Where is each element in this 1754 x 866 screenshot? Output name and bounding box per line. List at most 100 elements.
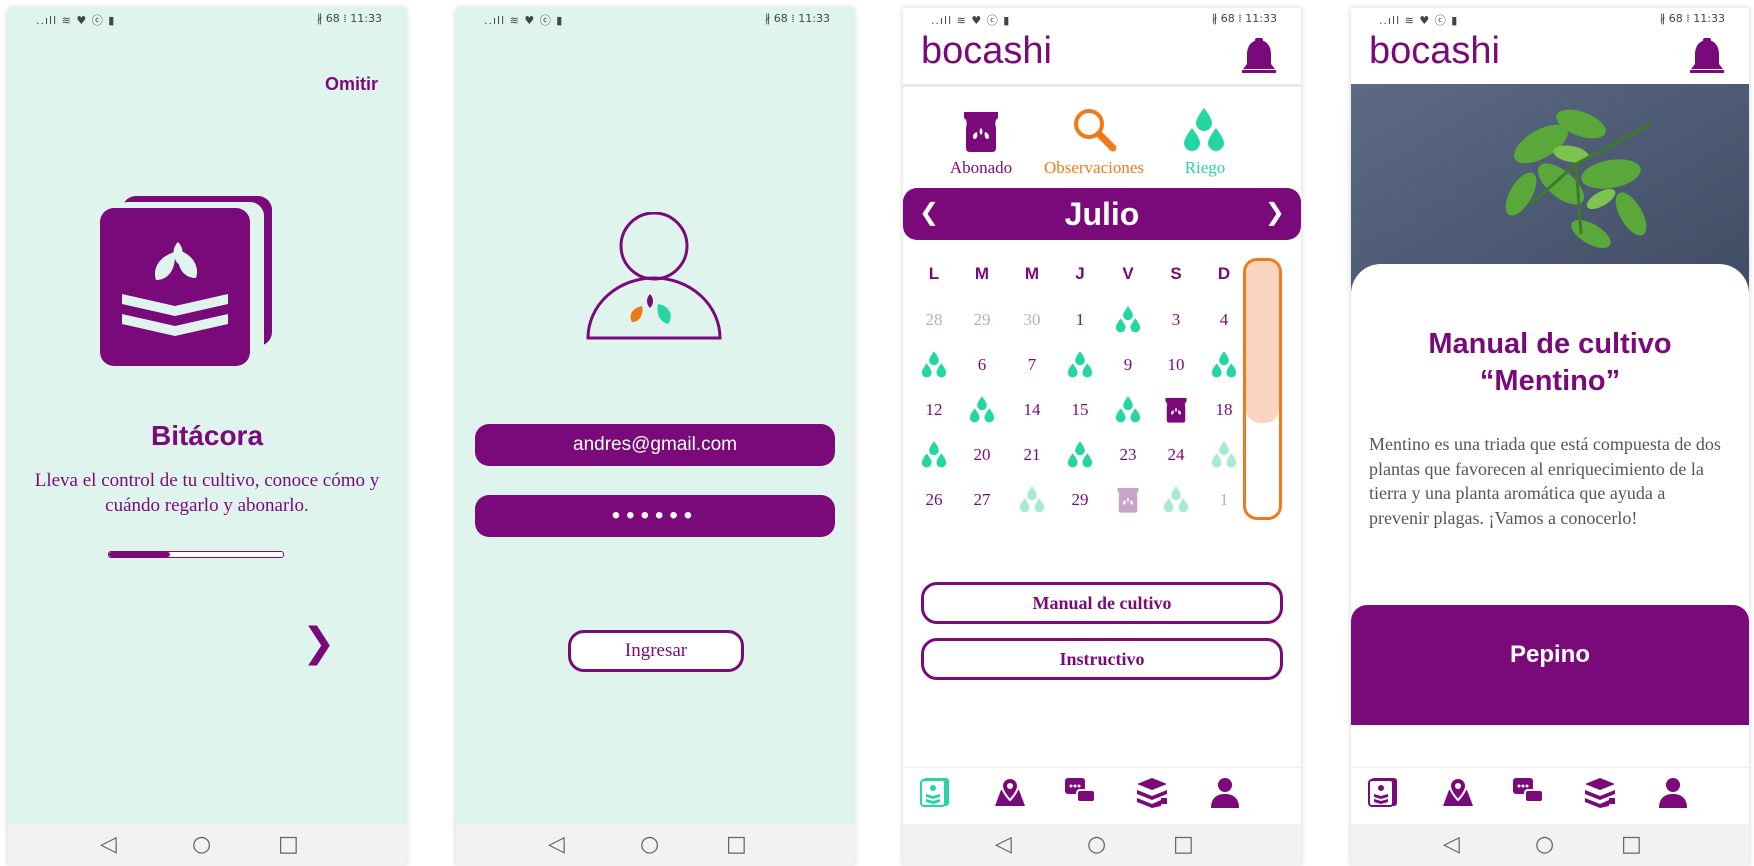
user-icon[interactable] xyxy=(1657,776,1689,813)
status-right: ∦ 68 ⁞ 11:33 xyxy=(764,12,830,25)
calendar-day[interactable]: 23 xyxy=(1105,435,1151,475)
manual-body: Mentino es una triada que está compuesta… xyxy=(1369,434,1721,528)
calendar-day[interactable]: 12 xyxy=(911,390,957,430)
login-button[interactable]: Ingresar xyxy=(568,630,744,672)
weekday-header: M xyxy=(974,264,990,283)
logbook-icon xyxy=(100,196,272,366)
user-icon[interactable] xyxy=(1209,776,1241,813)
calendar-day[interactable]: 4 xyxy=(1201,300,1247,340)
login-screen: ..ıll ≋ ♥ ⓒ ▮ ∦ 68 ⁞ 11:33 andres@gmail.… xyxy=(456,8,854,866)
calendar-day[interactable]: 6 xyxy=(959,345,1005,385)
calendar-day[interactable]: 15 xyxy=(1057,390,1103,430)
weekday-header: D xyxy=(1217,264,1231,283)
recents-key[interactable]: □ xyxy=(726,832,747,857)
recents-key[interactable]: □ xyxy=(1173,832,1194,857)
status-right: ∦ 68 ⁞ 11:33 xyxy=(1659,12,1725,25)
watering-day-icon[interactable] xyxy=(1201,435,1247,480)
pepino-card-title: Pepino xyxy=(1509,641,1590,668)
recents-key[interactable]: □ xyxy=(1621,832,1642,857)
recents-key[interactable]: □ xyxy=(278,832,299,857)
calendar-day[interactable]: 21 xyxy=(1009,435,1055,475)
map-icon[interactable] xyxy=(1441,776,1475,813)
weekday-header: V xyxy=(1122,264,1134,283)
back-key[interactable]: ◁ xyxy=(548,832,565,857)
status-bar: ..ıll ≋ ♥ ⓒ ▮ ∦ 68 ⁞ 11:33 xyxy=(456,8,854,30)
watering-day-icon[interactable] xyxy=(1057,435,1103,480)
skip-link[interactable]: Omitir xyxy=(325,74,378,95)
watering-day-icon[interactable] xyxy=(1105,300,1151,345)
watering-day-icon[interactable] xyxy=(1105,390,1151,435)
map-icon[interactable] xyxy=(993,776,1027,813)
onboarding-screen: ..ıll ≋ ♥ ⓒ ▮ ∦ 68 ⁞ 11:33 Omitir Bitáco… xyxy=(8,8,406,866)
calendar-day[interactable]: 30 xyxy=(1009,300,1055,340)
calendar-grid: L M M J V S D 28 29 30 1 3 4 6 7 9 10 12 14 15 18 20 21 23 24 26 2… xyxy=(903,8,1301,528)
watering-day-icon[interactable] xyxy=(1153,480,1199,525)
weekday-header: M xyxy=(1024,264,1040,283)
calendar-day[interactable]: 18 xyxy=(1201,390,1247,430)
onboarding-progress xyxy=(108,551,284,558)
bell-icon[interactable] xyxy=(1689,38,1725,76)
onboarding-title: Bitácora xyxy=(150,420,264,451)
app-title: bocashi xyxy=(1369,30,1500,72)
calendar-day[interactable]: 7 xyxy=(1009,345,1055,385)
next-arrow-icon[interactable]: ❯ xyxy=(302,620,336,666)
system-nav-bar: ◁ ○ □ xyxy=(1351,824,1749,866)
watering-day-icon[interactable] xyxy=(1057,345,1103,390)
bottom-tab-bar xyxy=(903,767,1301,824)
system-nav-bar: ◁ ○ □ xyxy=(456,824,854,866)
calendar-day[interactable]: 20 xyxy=(959,435,1005,475)
watering-day-icon[interactable] xyxy=(959,390,1005,435)
onboarding-progress-fill xyxy=(109,552,170,557)
book-icon[interactable] xyxy=(919,776,951,813)
manual-button[interactable]: Manual de cultivo xyxy=(921,582,1283,624)
status-left: ..ıll ≋ ♥ ⓒ ▮ xyxy=(484,14,564,27)
email-field[interactable]: andres@gmail.com xyxy=(475,424,835,466)
bottom-tab-bar xyxy=(1351,767,1749,824)
calendar-day[interactable]: 29 xyxy=(959,300,1005,340)
layers-icon[interactable] xyxy=(1135,776,1169,813)
system-nav-bar: ◁ ○ □ xyxy=(903,824,1301,866)
calendar-day[interactable]: 26 xyxy=(911,480,957,520)
onboarding-description: Lleva el control de tu cultivo, conoce c… xyxy=(34,470,380,516)
status-left: ..ıll ≋ ♥ ⓒ ▮ xyxy=(1379,14,1459,27)
instructivo-button[interactable]: Instructivo xyxy=(921,638,1283,680)
status-bar: ..ıll ≋ ♥ ⓒ ▮ ∦ 68 ⁞ 11:33 xyxy=(8,8,406,30)
calendar-day[interactable]: 24 xyxy=(1153,435,1199,475)
layers-icon[interactable] xyxy=(1583,776,1617,813)
home-key[interactable]: ○ xyxy=(640,832,659,857)
watering-day-icon[interactable] xyxy=(1201,345,1247,390)
chat-icon[interactable] xyxy=(1063,776,1097,813)
status-bar: ..ıll ≋ ♥ ⓒ ▮ ∦ 68 ⁞ 11:33 xyxy=(1351,8,1749,30)
calendar-day[interactable]: 10 xyxy=(1153,345,1199,385)
fertilizer-day-icon[interactable] xyxy=(1105,480,1151,525)
calendar-day[interactable]: 1 xyxy=(1057,300,1103,340)
home-key[interactable]: ○ xyxy=(192,832,211,857)
fertilizer-day-icon[interactable] xyxy=(1153,390,1199,435)
weekday-header: L xyxy=(928,264,940,283)
watering-day-icon[interactable] xyxy=(911,435,957,480)
calendar-day[interactable]: 9 xyxy=(1105,345,1151,385)
book-icon[interactable] xyxy=(1367,776,1399,813)
status-left: ..ıll ≋ ♥ ⓒ ▮ xyxy=(36,14,116,27)
calendar-day[interactable]: 3 xyxy=(1153,300,1199,340)
password-field[interactable]: •••••• xyxy=(475,495,835,537)
back-key[interactable]: ◁ xyxy=(995,832,1012,857)
chat-icon[interactable] xyxy=(1511,776,1545,813)
manual-screen: ..ıll ≋ ♥ ⓒ ▮ ∦ 68 ⁞ 11:33 bocashi Manua… xyxy=(1351,8,1749,866)
manual-heading: Manual de cultivo “Mentino” xyxy=(1428,328,1672,397)
pepino-card[interactable]: Pepino xyxy=(1351,605,1749,725)
calendar-day[interactable]: 14 xyxy=(1009,390,1055,430)
watering-day-icon[interactable] xyxy=(1009,480,1055,525)
system-nav-bar: ◁ ○ □ xyxy=(8,824,406,866)
status-right: ∦ 68 ⁞ 11:33 xyxy=(316,12,382,25)
home-key[interactable]: ○ xyxy=(1087,832,1106,857)
calendar-day[interactable]: 1 xyxy=(1201,480,1247,520)
calendar-day[interactable]: 27 xyxy=(959,480,1005,520)
back-key[interactable]: ◁ xyxy=(100,832,117,857)
watering-day-icon[interactable] xyxy=(911,345,957,390)
back-key[interactable]: ◁ xyxy=(1443,832,1460,857)
weekday-header: J xyxy=(1075,264,1085,283)
calendar-day[interactable]: 29 xyxy=(1057,480,1103,520)
home-key[interactable]: ○ xyxy=(1535,832,1554,857)
calendar-day[interactable]: 28 xyxy=(911,300,957,340)
